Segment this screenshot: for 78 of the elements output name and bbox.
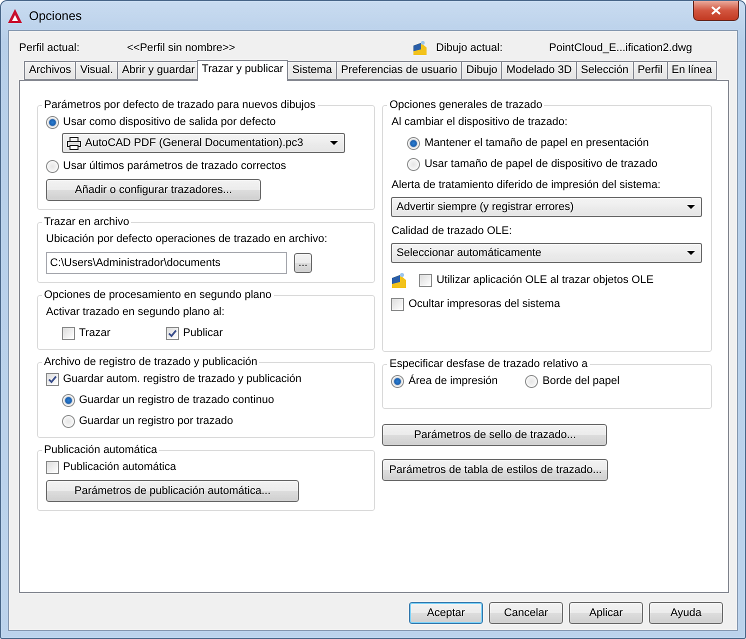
checkbox[interactable] <box>166 326 179 340</box>
group-title: Trazar en archivo <box>43 216 130 228</box>
radio-button[interactable] <box>525 374 538 388</box>
printer-icon <box>67 136 81 150</box>
browse-button[interactable]: ... <box>294 253 312 273</box>
dialog-button[interactable]: Aceptar <box>409 602 483 624</box>
checkbox-label: Trazar <box>79 327 110 339</box>
checkbox[interactable] <box>46 372 59 386</box>
radio-label: Guardar un registro por trazado <box>79 415 234 427</box>
group-title: Opciones de procesamiento en segundo plano <box>43 289 272 301</box>
radio-label: Área de impresión <box>408 375 498 387</box>
radio-label: Usar tamaño de papel de dispositivo de trazado <box>424 158 658 170</box>
group-title: Publicación automática <box>43 444 158 456</box>
dropdown[interactable]: Seleccionar automáticamente <box>391 243 702 263</box>
dropdown[interactable]: Advertir siempre (y registrar errores) <box>391 197 702 217</box>
tab[interactable]: Visual. <box>75 61 118 80</box>
group-title: Especificar desfase de trazado relativo a <box>388 358 589 370</box>
radio-button[interactable] <box>407 158 420 170</box>
checkbox[interactable] <box>391 298 404 310</box>
drawing-icon <box>412 40 428 56</box>
checkbox[interactable] <box>419 274 432 286</box>
field-label: Al cambiar el dispositivo de trazado: <box>391 116 568 128</box>
checkbox[interactable] <box>46 460 59 474</box>
radio-button[interactable] <box>46 160 59 172</box>
profile-value: <<Perfil sin nombre>> <box>127 42 236 54</box>
button[interactable]: Parámetros de tabla de estilos de trazado... <box>382 459 608 481</box>
ole-icon <box>391 272 408 288</box>
tab[interactable]: Archivos <box>24 61 76 80</box>
field-label: Ubicación por defecto operaciones de trazado en archivo: <box>46 233 328 245</box>
dropdown-arrow-icon <box>330 141 338 145</box>
checkbox[interactable] <box>62 326 75 340</box>
tab[interactable]: Sistema <box>287 61 338 80</box>
button[interactable]: Parámetros de publicación automática... <box>46 480 299 502</box>
tab[interactable]: Trazar y publicar <box>196 60 288 81</box>
tab[interactable]: Selección <box>576 61 634 80</box>
field-label: Calidad de trazado OLE: <box>391 225 512 237</box>
app-logo-icon <box>7 8 23 24</box>
radio-label: Borde del papel <box>542 375 620 387</box>
profile-label: Perfil actual: <box>19 42 81 54</box>
path-field[interactable]: C:\Users\Administrador\documents <box>46 252 287 274</box>
radio-button[interactable] <box>391 374 404 388</box>
tab[interactable]: Dibujo <box>461 61 502 80</box>
checkbox-label: Guardar autom. registro de trazado y publicación <box>63 373 302 385</box>
dropdown-arrow-icon <box>687 251 696 255</box>
radio-button[interactable] <box>62 414 75 428</box>
tab[interactable]: Perfil <box>632 61 668 80</box>
tab[interactable]: Modelado 3D <box>501 61 577 80</box>
radio-button[interactable] <box>407 136 420 150</box>
dialog-button[interactable]: Aplicar <box>569 602 643 624</box>
group-title: Archivo de registro de trazado y publicación <box>43 356 258 368</box>
tab[interactable]: En línea <box>666 61 717 80</box>
radio-label: Guardar un registro de trazado continuo <box>79 394 274 406</box>
group-title: Opciones generales de trazado <box>388 99 544 111</box>
close-button[interactable] <box>693 1 739 21</box>
checkbox-label: Publicar <box>183 327 223 339</box>
group-title: Parámetros por defecto de trazado para nuevos dibujos <box>43 99 316 111</box>
dialog-button[interactable]: Cancelar <box>489 602 563 624</box>
dialog-button[interactable]: Ayuda <box>649 602 723 624</box>
field-label: Alerta de tratamiento diferido de impresión del sistema: <box>391 179 661 191</box>
radio-label: Usar como dispositivo de salida por defecto <box>63 116 276 128</box>
radio-label: Usar últimos parámetros de trazado correctos <box>63 160 286 172</box>
button[interactable]: Parámetros de sello de trazado... <box>382 424 608 446</box>
checkbox-label: Ocultar impresoras del sistema <box>408 298 560 310</box>
checkbox-label: Publicación automática <box>63 461 176 473</box>
close-icon <box>711 6 721 15</box>
tab[interactable]: Abrir y guardar <box>117 61 200 80</box>
dropdown-arrow-icon <box>687 205 696 209</box>
field-label: Activar trazado en segundo plano al: <box>46 306 225 318</box>
checkbox-label: Utilizar aplicación OLE al trazar objetos OLE <box>436 274 654 286</box>
radio-button[interactable] <box>62 394 75 406</box>
radio-label: Mantener el tamaño de papel en presentación <box>424 137 649 149</box>
tab[interactable]: Preferencias de usuario <box>336 61 462 80</box>
button[interactable]: Añadir o configurar trazadores... <box>46 179 261 201</box>
radio-button[interactable] <box>46 116 59 128</box>
dropdown[interactable]: AutoCAD PDF (General Documentation).pc3 <box>62 133 345 153</box>
drawing-label: Dibujo actual: <box>436 42 504 54</box>
drawing-value: PointCloud_E...ification2.dwg <box>549 42 692 54</box>
window-title: Opciones <box>29 8 82 22</box>
